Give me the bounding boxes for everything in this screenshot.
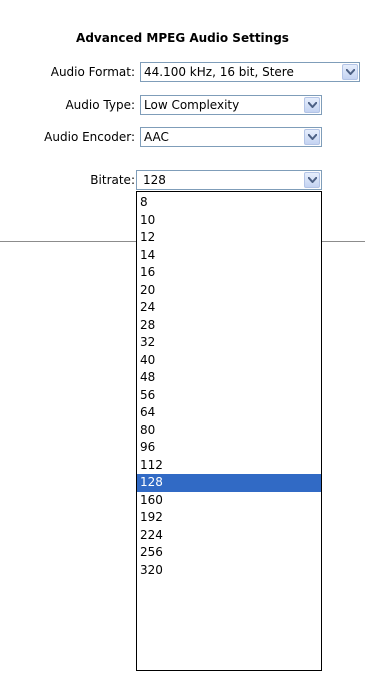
audio-encoder-select[interactable]: AAC bbox=[140, 127, 322, 147]
audio-type-label: Audio Type: bbox=[65, 98, 135, 112]
bitrate-option[interactable]: 14 bbox=[137, 247, 321, 265]
audio-encoder-value: AAC bbox=[144, 130, 169, 144]
audio-format-value: 44.100 kHz, 16 bit, Stere bbox=[144, 65, 294, 79]
bitrate-value: 128 bbox=[143, 173, 166, 187]
bitrate-option[interactable]: 12 bbox=[137, 229, 321, 247]
bitrate-option[interactable]: 160 bbox=[137, 492, 321, 510]
bitrate-option[interactable]: 320 bbox=[137, 562, 321, 580]
bitrate-option[interactable]: 64 bbox=[137, 404, 321, 422]
bitrate-option[interactable]: 16 bbox=[137, 264, 321, 282]
bitrate-option[interactable]: 256 bbox=[137, 544, 321, 562]
chevron-down-icon[interactable] bbox=[304, 172, 320, 188]
bitrate-option[interactable]: 128 bbox=[137, 474, 321, 492]
bitrate-option[interactable]: 8 bbox=[137, 194, 321, 212]
bitrate-option[interactable]: 56 bbox=[137, 387, 321, 405]
audio-format-label: Audio Format: bbox=[50, 65, 135, 79]
bitrate-option[interactable]: 192 bbox=[137, 509, 321, 527]
bitrate-option[interactable]: 10 bbox=[137, 212, 321, 230]
audio-encoder-label: Audio Encoder: bbox=[44, 130, 135, 144]
bitrate-option[interactable]: 48 bbox=[137, 369, 321, 387]
chevron-down-icon[interactable] bbox=[304, 97, 320, 113]
bitrate-option[interactable]: 96 bbox=[137, 439, 321, 457]
bitrate-option[interactable]: 28 bbox=[137, 317, 321, 335]
bitrate-option[interactable]: 112 bbox=[137, 457, 321, 475]
bitrate-select[interactable]: 128 bbox=[136, 170, 322, 190]
audio-type-select[interactable]: Low Complexity bbox=[140, 95, 322, 115]
bitrate-label: Bitrate: bbox=[90, 173, 135, 187]
bitrate-option[interactable]: 224 bbox=[137, 527, 321, 545]
bitrate-option[interactable]: 32 bbox=[137, 334, 321, 352]
bitrate-option[interactable]: 40 bbox=[137, 352, 321, 370]
audio-format-select[interactable]: 44.100 kHz, 16 bit, Stere bbox=[140, 62, 360, 82]
bitrate-options-list[interactable]: 8 10 12 14 16 20 24 28 32 40 48 56 64 80 96 112 128 160 19… bbox=[136, 191, 322, 671]
bitrate-option[interactable]: 24 bbox=[137, 299, 321, 317]
section-title: Advanced MPEG Audio Settings bbox=[76, 31, 289, 45]
bitrate-option[interactable]: 80 bbox=[137, 422, 321, 440]
audio-type-value: Low Complexity bbox=[144, 98, 240, 112]
bitrate-option[interactable]: 20 bbox=[137, 282, 321, 300]
chevron-down-icon[interactable] bbox=[304, 129, 320, 145]
chevron-down-icon[interactable] bbox=[342, 64, 358, 80]
